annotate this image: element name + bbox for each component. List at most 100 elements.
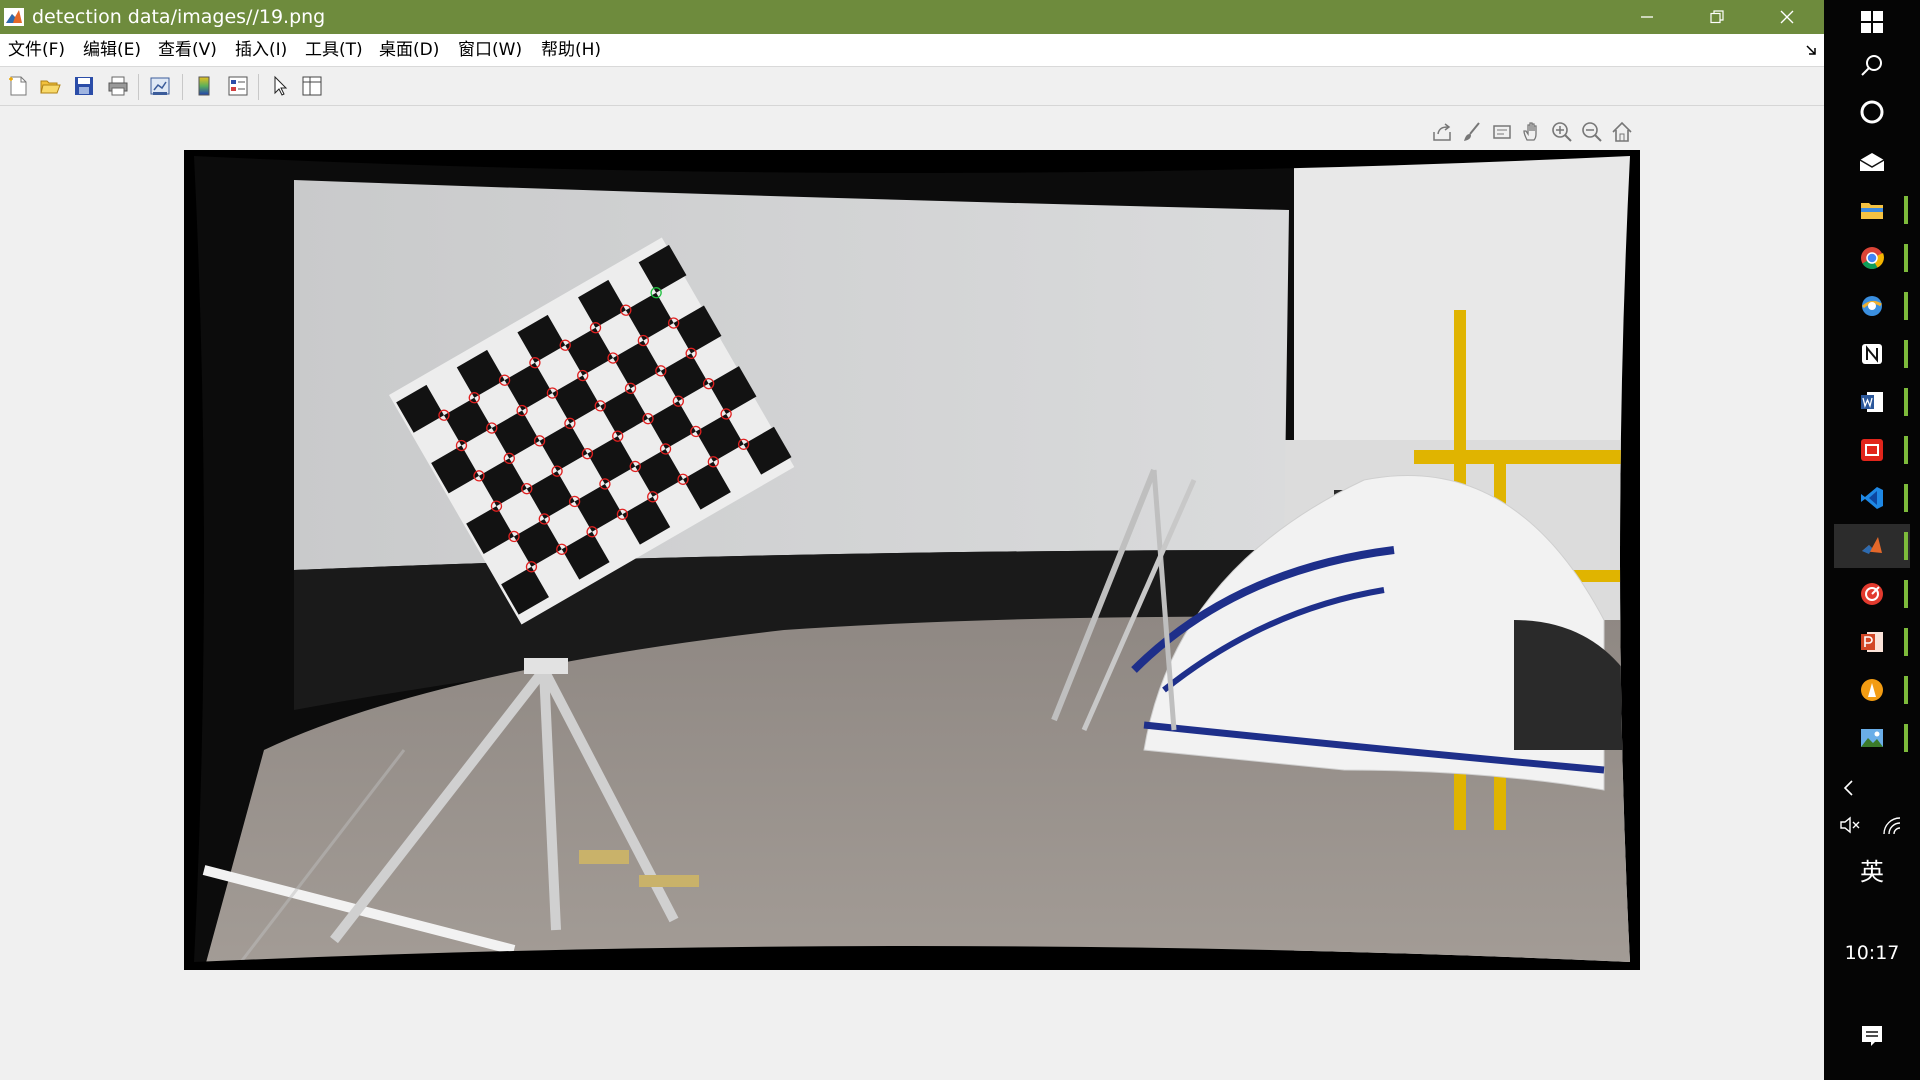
save-icon [75,77,93,95]
ime-indicator[interactable]: 英 [1824,852,1920,887]
undistorted-image [184,150,1640,970]
search-icon [1861,55,1882,76]
open-button[interactable] [36,72,64,100]
new-figure-icon [9,76,27,96]
export-button[interactable] [1428,118,1456,146]
property-inspector-button[interactable] [298,72,326,100]
taskbar-word[interactable] [1834,380,1910,424]
network-button[interactable] [1872,803,1912,847]
taskbar-vscode[interactable] [1834,476,1910,520]
taskbar-notion[interactable] [1834,332,1910,376]
youdao-icon [1861,439,1883,461]
search-button[interactable] [1834,44,1910,88]
running-indicator [1904,292,1908,320]
taskbar-mail[interactable] [1834,140,1910,184]
running-indicator [1904,244,1908,272]
vscode-icon [1861,487,1883,509]
taskbar-app[interactable] [1834,668,1910,712]
photo-viewer-icon [1861,729,1883,747]
running-indicator [1904,340,1908,368]
running-indicator [1904,676,1908,704]
taskbar-chrome[interactable] [1834,236,1910,280]
menu-tools[interactable]: 工具(T) [305,39,363,61]
export-icon [1433,123,1451,141]
toolbar-separator [182,74,183,100]
home-icon [1612,121,1632,142]
toolbar-separator [258,74,259,100]
datatip-button[interactable] [1488,118,1516,146]
toolbar-separator [138,74,139,100]
zoom-out-icon [1582,122,1602,142]
menu-view[interactable]: 查看(V) [158,39,217,61]
volume-button[interactable] [1830,803,1870,847]
legend-icon [228,76,248,96]
chrome-icon [1861,247,1884,269]
close-icon [1780,10,1794,24]
chevron-left-icon [1843,780,1853,796]
brush-button[interactable] [1458,118,1486,146]
restore-button[interactable] [1682,0,1752,34]
cortana-icon [1860,100,1884,124]
taskbar-matlab[interactable] [1834,524,1910,568]
axes-toolbar [1428,118,1638,146]
edit-plot-button[interactable] [266,72,294,100]
notion-icon [1862,344,1882,364]
link-plot-button[interactable] [146,72,174,100]
taskbar-powerpoint[interactable] [1834,620,1910,664]
running-indicator [1904,532,1908,560]
word-icon [1861,392,1883,412]
minimize-icon [1641,16,1653,18]
action-center-button[interactable] [1834,1014,1910,1058]
menu-edit[interactable]: 编辑(E) [83,39,141,61]
minimize-button[interactable] [1612,0,1682,34]
new-figure-button[interactable] [4,72,32,100]
zoom-in-icon [1552,122,1572,142]
menu-help[interactable]: 帮助(H) [541,39,601,61]
taskbar-youdao[interactable] [1834,428,1910,472]
pan-hand-icon [1523,122,1537,141]
menu-file[interactable]: 文件(F) [8,39,65,61]
brush-icon [1464,122,1480,141]
volume-muted-icon [1840,816,1860,834]
pan-button[interactable] [1518,118,1546,146]
menu-window[interactable]: 窗口(W) [458,39,522,61]
taskbar-photo-viewer[interactable] [1834,716,1910,760]
image-axes[interactable] [184,150,1640,970]
taskbar-file-explorer[interactable] [1834,188,1910,232]
window-title: detection data/images//19.png [32,6,326,28]
datatip-icon [1493,125,1511,139]
windows-taskbar: 英 10:17 [1824,0,1920,1080]
running-indicator [1904,724,1908,752]
running-indicator [1904,436,1908,464]
property-inspector-icon [302,76,322,96]
menu-insert[interactable]: 插入(I) [235,39,287,61]
file-explorer-icon [1861,203,1883,219]
colorbar-button[interactable] [190,72,218,100]
legend-button[interactable] [224,72,252,100]
zoom-out-button[interactable] [1578,118,1606,146]
app-icon [1861,679,1883,701]
zoom-in-button[interactable] [1548,118,1576,146]
save-button[interactable] [70,72,98,100]
home-button[interactable] [1608,118,1636,146]
clock[interactable]: 10:17 [1824,942,1920,964]
restore-icon [1710,10,1724,24]
print-icon [108,76,128,96]
colorbar-icon [198,76,210,96]
browser-icon [1862,296,1882,316]
powerpoint-icon [1861,632,1883,652]
mail-icon [1859,153,1885,171]
print-button[interactable] [104,72,132,100]
menu-desktop[interactable]: 桌面(D) [379,39,439,61]
matlab-icon [1862,537,1882,554]
cortana-button[interactable] [1834,90,1910,134]
menu-bar: 文件(F) 编辑(E) 查看(V) 插入(I) 工具(T) 桌面(D) 窗口(W… [0,34,1824,67]
taskbar-browser[interactable] [1834,284,1910,328]
dock-arrow-icon[interactable] [1806,44,1818,56]
notification-icon [1862,1026,1882,1046]
matlab-logo-icon [4,8,24,26]
start-button[interactable] [1834,0,1910,44]
close-button[interactable] [1752,0,1822,34]
taskbar-media[interactable] [1834,572,1910,616]
windows-start-icon [1861,11,1883,33]
